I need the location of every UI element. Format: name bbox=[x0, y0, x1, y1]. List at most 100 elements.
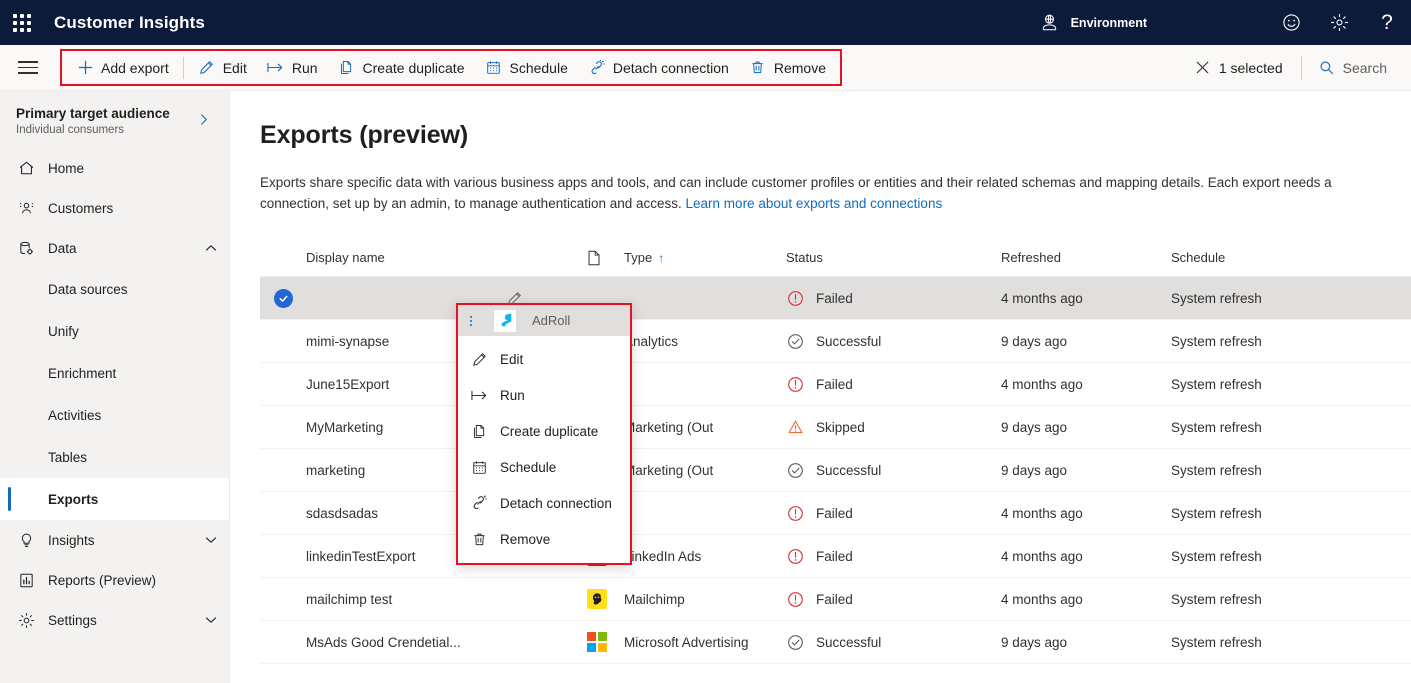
hamburger-menu-icon[interactable] bbox=[0, 45, 56, 91]
table-row[interactable]: marketing Marketing (Out Successful 9 da… bbox=[260, 449, 1411, 492]
sidebar-item-customers[interactable]: Customers bbox=[0, 188, 229, 228]
sidebar-item-home[interactable]: Home bbox=[0, 148, 229, 188]
context-create-duplicate-item[interactable]: Create duplicate bbox=[458, 413, 630, 449]
table-header-row: Display name Type ↑ Status Refreshed Sch… bbox=[260, 239, 1411, 277]
schedule-label: Schedule bbox=[509, 59, 568, 76]
row-status: Failed bbox=[786, 504, 1001, 522]
row-schedule: System refresh bbox=[1171, 591, 1262, 607]
audience-selector[interactable]: Primary target audience Individual consu… bbox=[0, 91, 229, 148]
broken-link-icon bbox=[588, 59, 606, 77]
row-status-label: Successful bbox=[816, 333, 882, 349]
row-type: Mailchimp bbox=[586, 588, 786, 610]
context-item-label: Create duplicate bbox=[500, 423, 599, 439]
sidebar-group-data[interactable]: Data bbox=[0, 228, 229, 268]
sidebar-item-label: Activities bbox=[48, 407, 102, 423]
sidebar-item-reports[interactable]: Reports (Preview) bbox=[0, 560, 229, 600]
schedule-button[interactable]: Schedule bbox=[474, 51, 577, 84]
context-item-label: Schedule bbox=[500, 459, 557, 475]
check-circle-icon bbox=[786, 633, 804, 651]
sidebar-item-unify[interactable]: Unify bbox=[0, 310, 229, 352]
row-refreshed: 4 months ago bbox=[1001, 548, 1083, 564]
table-row[interactable]: sdasdsadas Failed 4 months ago System re… bbox=[260, 492, 1411, 535]
context-item-label: Edit bbox=[500, 351, 524, 367]
table-row[interactable]: Failed 4 months ago System refresh bbox=[260, 277, 1411, 320]
row-status-label: Failed bbox=[816, 591, 853, 607]
remove-button[interactable]: Remove bbox=[739, 51, 836, 84]
context-run-item[interactable]: Run bbox=[458, 377, 630, 413]
run-arrow-icon bbox=[267, 59, 285, 77]
column-header-status[interactable]: Status bbox=[786, 250, 1001, 265]
row-schedule: System refresh bbox=[1171, 333, 1262, 349]
row-type-label: Mailchimp bbox=[624, 591, 685, 607]
row-type-label: Marketing (Out bbox=[624, 462, 714, 478]
table-row[interactable]: MsAds Good Crendetial... Microsoft Adver… bbox=[260, 621, 1411, 664]
context-edit-item[interactable]: Edit bbox=[458, 341, 630, 377]
sidebar-item-label: Settings bbox=[48, 612, 97, 628]
table-row[interactable]: MyMarketing Marketing (Out Skipped 9 day… bbox=[260, 406, 1411, 449]
sidebar-item-enrichment[interactable]: Enrichment bbox=[0, 352, 229, 394]
sidebar: Primary target audience Individual consu… bbox=[0, 91, 230, 683]
add-export-button[interactable]: Add export bbox=[66, 51, 179, 84]
table-row[interactable]: linkedinTestExport in LinkedIn Ads Faile… bbox=[260, 535, 1411, 578]
row-status-label: Skipped bbox=[816, 419, 865, 435]
detach-connection-button[interactable]: Detach connection bbox=[578, 51, 739, 84]
table-row[interactable]: June15Export Failed 4 months ago System … bbox=[260, 363, 1411, 406]
clear-selection-button[interactable]: 1 selected bbox=[1182, 51, 1295, 84]
copy-pages-icon bbox=[470, 422, 488, 440]
run-button[interactable]: Run bbox=[257, 51, 328, 84]
sidebar-item-data-sources[interactable]: Data sources bbox=[0, 268, 229, 310]
sidebar-item-label: Customers bbox=[48, 200, 114, 216]
table-row[interactable]: mailchimp test Mailchimp Failed 4 months… bbox=[260, 578, 1411, 621]
context-detach-connection-item[interactable]: Detach connection bbox=[458, 485, 630, 521]
run-label: Run bbox=[291, 59, 318, 76]
row-status: Successful bbox=[786, 633, 1001, 651]
context-remove-item[interactable]: Remove bbox=[458, 521, 630, 557]
sidebar-item-tables[interactable]: Tables bbox=[0, 436, 229, 478]
error-circle-icon bbox=[786, 289, 804, 307]
gear-icon[interactable] bbox=[1315, 0, 1363, 45]
mailchimp-logo bbox=[586, 588, 608, 610]
column-header-type[interactable]: Type ↑ bbox=[586, 250, 786, 266]
search-button[interactable]: Search bbox=[1308, 51, 1397, 84]
sidebar-item-label: Insights bbox=[48, 532, 95, 548]
environment-picker[interactable]: Environment bbox=[1037, 10, 1147, 36]
column-header-display-name[interactable]: Display name bbox=[306, 250, 506, 265]
smiley-icon[interactable] bbox=[1267, 0, 1315, 45]
row-schedule: System refresh bbox=[1171, 290, 1262, 306]
row-refreshed: 9 days ago bbox=[1001, 462, 1068, 478]
page-description: Exports share specific data with various… bbox=[230, 150, 1390, 214]
sidebar-item-label: Home bbox=[48, 160, 85, 176]
column-header-schedule[interactable]: Schedule bbox=[1171, 250, 1351, 265]
row-checkbox[interactable] bbox=[260, 288, 306, 308]
table-row[interactable]: mimi-synapse Analytics Successful 9 days… bbox=[260, 320, 1411, 363]
sidebar-group-insights[interactable]: Insights bbox=[0, 520, 229, 560]
row-schedule: System refresh bbox=[1171, 419, 1262, 435]
calendar-icon bbox=[484, 59, 502, 77]
more-vertical-icon[interactable] bbox=[462, 315, 480, 326]
chevron-down-icon bbox=[205, 616, 217, 624]
column-header-refreshed[interactable]: Refreshed bbox=[1001, 250, 1171, 265]
row-refreshed: 4 months ago bbox=[1001, 290, 1083, 306]
create-duplicate-button[interactable]: Create duplicate bbox=[328, 51, 475, 84]
audience-subtitle: Individual consumers bbox=[16, 124, 125, 136]
row-refreshed: 4 months ago bbox=[1001, 376, 1083, 392]
sidebar-item-exports[interactable]: Exports bbox=[0, 478, 229, 520]
edit-button[interactable]: Edit bbox=[188, 51, 257, 84]
trash-icon bbox=[749, 59, 767, 77]
context-item-label: Remove bbox=[500, 531, 551, 547]
row-schedule: System refresh bbox=[1171, 505, 1262, 521]
row-status: Successful bbox=[786, 332, 1001, 350]
app-launcher-icon[interactable] bbox=[0, 0, 44, 45]
row-refreshed: 9 days ago bbox=[1001, 419, 1068, 435]
context-menu-items: Edit Run Create duplicate Schedule Detac… bbox=[458, 336, 630, 563]
context-schedule-item[interactable]: Schedule bbox=[458, 449, 630, 485]
row-status: Failed bbox=[786, 547, 1001, 565]
trash-icon bbox=[470, 530, 488, 548]
row-display-name: mailchimp test bbox=[306, 591, 393, 607]
sidebar-item-label: Exports bbox=[48, 491, 99, 507]
learn-more-link[interactable]: Learn more about exports and connections bbox=[686, 196, 943, 211]
run-arrow-icon bbox=[470, 386, 488, 404]
question-mark-icon[interactable]: ? bbox=[1363, 0, 1411, 45]
sidebar-item-activities[interactable]: Activities bbox=[0, 394, 229, 436]
sidebar-group-settings[interactable]: Settings bbox=[0, 600, 229, 640]
